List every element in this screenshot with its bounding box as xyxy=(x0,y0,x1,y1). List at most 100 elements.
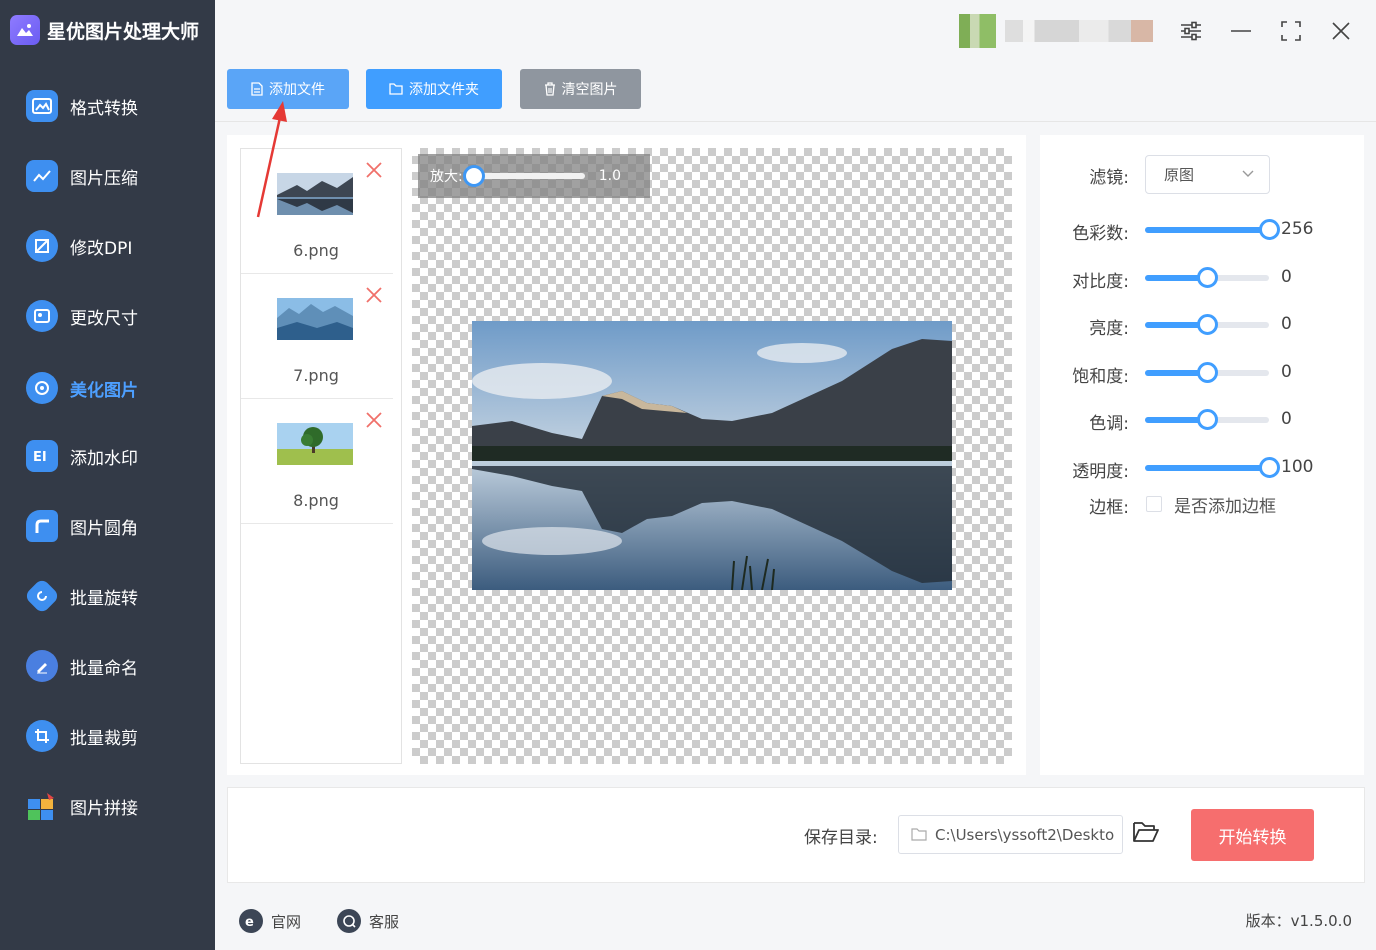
sidebar-item-format-convert[interactable]: 格式转换 xyxy=(0,80,215,132)
colors-slider[interactable] xyxy=(1145,219,1280,240)
support-chat-icon xyxy=(337,909,361,933)
settings-sliders-icon xyxy=(1181,21,1201,41)
image-preview[interactable]: 放大: 1.0 xyxy=(412,148,1012,764)
contrast-slider-thumb[interactable] xyxy=(1197,267,1218,288)
add-file-button[interactable]: 添加文件 xyxy=(227,69,349,109)
clear-images-label: 清空图片 xyxy=(561,82,618,98)
sidebar-item-label: 更改尺寸 xyxy=(70,308,138,329)
contrast-label: 对比度: xyxy=(1072,272,1129,292)
close-button[interactable] xyxy=(1323,14,1359,48)
filter-value: 原图 xyxy=(1164,166,1195,184)
contrast-slider[interactable] xyxy=(1145,267,1269,288)
sidebar-item-label: 批量命名 xyxy=(70,658,138,679)
sidebar-item-label: 图片压缩 xyxy=(70,168,138,189)
file-list[interactable]: 6.png 7.png 8.png xyxy=(240,148,402,764)
sidebar-item-crop[interactable]: 批量裁剪 xyxy=(0,710,215,762)
contrast-value: 0 xyxy=(1281,267,1292,287)
sidebar-item-resize[interactable]: 更改尺寸 xyxy=(0,290,215,342)
sidebar-item-rotate[interactable]: 批量旋转 xyxy=(0,570,215,622)
zoom-slider-thumb[interactable] xyxy=(462,165,485,187)
website-link[interactable]: e 官网 xyxy=(239,909,301,933)
border-checkbox-label[interactable]: 是否添加边框 xyxy=(1174,492,1276,517)
list-item[interactable]: 7.png xyxy=(241,274,393,399)
workspace-panel: 6.png 7.png 8.png 放大: 1.0 xyxy=(227,135,1026,775)
brightness-slider-thumb[interactable] xyxy=(1197,314,1218,335)
start-convert-button[interactable]: 开始转换 xyxy=(1191,809,1314,861)
sidebar-item-label: 批量旋转 xyxy=(70,588,138,609)
rename-icon xyxy=(26,650,58,682)
add-folder-button[interactable]: 添加文件夹 xyxy=(366,69,502,109)
save-directory-value: C:\Users\yssoft2\Deskto xyxy=(935,825,1115,844)
version-text: 版本：v1.5.0.0 xyxy=(1245,912,1352,930)
support-link[interactable]: 客服 xyxy=(337,909,399,933)
list-item[interactable]: 8.png xyxy=(241,399,393,524)
dpi-icon xyxy=(26,230,58,262)
folder-open-icon xyxy=(1133,822,1159,842)
border-label: 边框: xyxy=(1089,498,1129,518)
trash-icon xyxy=(544,82,555,96)
footer: e 官网 客服 版本：v1.5.0.0 xyxy=(215,890,1376,950)
colors-value: 256 xyxy=(1281,219,1314,239)
close-icon xyxy=(1332,22,1350,40)
saturation-slider[interactable] xyxy=(1145,362,1269,383)
sidebar-item-label: 批量裁剪 xyxy=(70,728,138,749)
saturation-value: 0 xyxy=(1281,362,1292,382)
app-title: 星优图片处理大师 xyxy=(10,14,199,46)
list-item[interactable]: 6.png xyxy=(241,149,393,274)
saturation-slider-thumb[interactable] xyxy=(1197,362,1218,383)
clear-images-button[interactable]: 清空图片 xyxy=(520,69,641,109)
sidebar-item-modify-dpi[interactable]: 修改DPI xyxy=(0,220,215,272)
opacity-label: 透明度: xyxy=(1072,462,1129,482)
app-title-text: 星优图片处理大师 xyxy=(47,20,200,43)
add-file-label: 添加文件 xyxy=(269,82,325,98)
sidebar-item-beautify[interactable]: 美化图片 xyxy=(0,362,215,414)
opacity-value: 100 xyxy=(1281,457,1314,477)
opacity-slider[interactable] xyxy=(1145,457,1280,478)
brightness-label: 亮度: xyxy=(1089,319,1129,339)
delete-file-button[interactable] xyxy=(365,161,385,181)
filter-select[interactable]: 原图 xyxy=(1145,155,1270,194)
app-logo-icon xyxy=(10,15,40,45)
delete-file-button[interactable] xyxy=(365,286,385,306)
colors-slider-fill xyxy=(1145,227,1269,233)
sidebar-item-label: 格式转换 xyxy=(70,98,138,119)
minimize-button[interactable] xyxy=(1223,14,1259,48)
browser-icon: e xyxy=(239,909,263,933)
zoom-label: 放大: xyxy=(430,169,463,185)
save-directory-field[interactable]: C:\Users\yssoft2\Deskto xyxy=(898,815,1123,854)
svg-text:e: e xyxy=(245,915,254,928)
border-checkbox[interactable] xyxy=(1146,496,1162,512)
settings-panel: 滤镜: 原图 色彩数: 256 对比度: 0 亮度: 0 饱和度: 0 色调: xyxy=(1040,135,1364,775)
colors-label: 色彩数: xyxy=(1072,224,1129,244)
file-icon xyxy=(251,82,263,96)
opacity-slider-thumb[interactable] xyxy=(1259,457,1280,478)
rotate-icon xyxy=(23,577,61,615)
user-name[interactable] xyxy=(1005,20,1153,42)
browse-folder-button[interactable] xyxy=(1132,820,1162,848)
settings-button[interactable] xyxy=(1173,14,1209,48)
maximize-button[interactable] xyxy=(1273,14,1309,48)
sidebar-item-round-corner[interactable]: 图片圆角 xyxy=(0,500,215,552)
preview-image xyxy=(472,321,952,591)
close-icon xyxy=(366,287,382,303)
avatar[interactable] xyxy=(959,14,996,48)
hue-slider-thumb[interactable] xyxy=(1197,409,1218,430)
delete-file-button[interactable] xyxy=(365,411,385,431)
main-area: 添加文件 添加文件夹 清空图片 6.png 7.png 8.png 放大: 1.… xyxy=(215,0,1376,950)
zoom-slider[interactable] xyxy=(462,165,585,187)
file-name: 6.png xyxy=(293,241,339,260)
filter-label: 滤镜: xyxy=(1089,168,1129,188)
sidebar: 星优图片处理大师 格式转换 图片压缩 修改DPI 更改尺寸 美化图片 EI 添加… xyxy=(0,0,215,950)
sidebar-item-image-compress[interactable]: 图片压缩 xyxy=(0,150,215,202)
sidebar-item-stitch[interactable]: 图片拼接 xyxy=(0,780,215,832)
sidebar-item-rename[interactable]: 批量命名 xyxy=(0,640,215,692)
sidebar-item-label: 修改DPI xyxy=(70,238,133,259)
brightness-value: 0 xyxy=(1281,314,1292,334)
saturation-label: 饱和度: xyxy=(1072,367,1129,387)
file-thumbnail xyxy=(277,298,353,340)
sidebar-item-watermark[interactable]: EI 添加水印 xyxy=(0,430,215,482)
brightness-slider[interactable] xyxy=(1145,314,1269,335)
hue-slider[interactable] xyxy=(1145,409,1269,430)
colors-slider-thumb[interactable] xyxy=(1259,219,1280,240)
output-panel: 保存目录: C:\Users\yssoft2\Deskto 开始转换 xyxy=(227,787,1365,883)
